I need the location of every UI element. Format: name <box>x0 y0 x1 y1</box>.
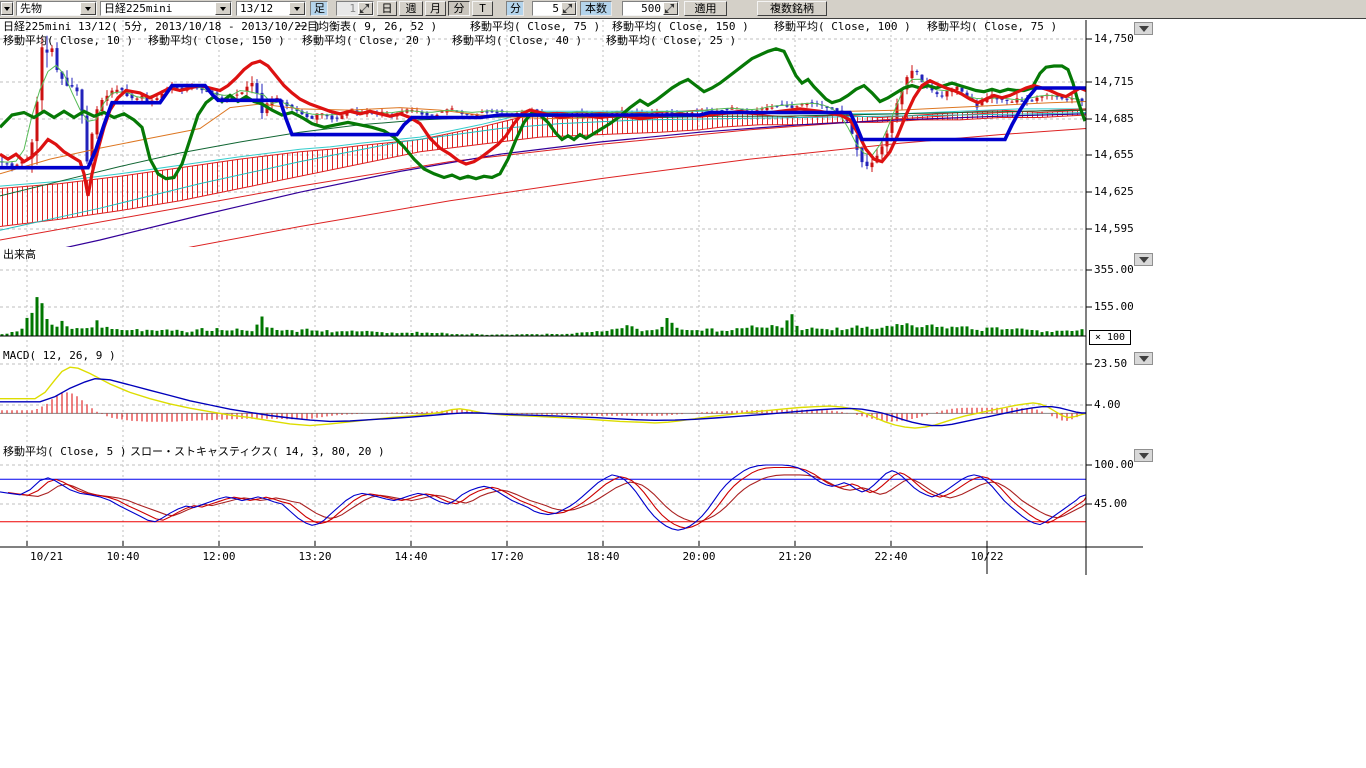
chevron-down-icon <box>1139 257 1149 263</box>
macd-panel-menu-button[interactable] <box>1134 352 1153 365</box>
price-panel-menu-button[interactable] <box>1134 22 1153 35</box>
chevron-down-icon <box>1139 26 1149 32</box>
volume-panel-menu-button[interactable] <box>1134 253 1153 266</box>
stoch-panel-menu-button[interactable] <box>1134 449 1153 462</box>
chevron-down-icon <box>1139 453 1149 459</box>
trading-app-window: 先物 日経225mini 13/12 足 1 日週月分T 分 5 本数 5 <box>0 0 1366 768</box>
chart-canvas <box>0 0 1366 768</box>
chevron-down-icon <box>1139 356 1149 362</box>
